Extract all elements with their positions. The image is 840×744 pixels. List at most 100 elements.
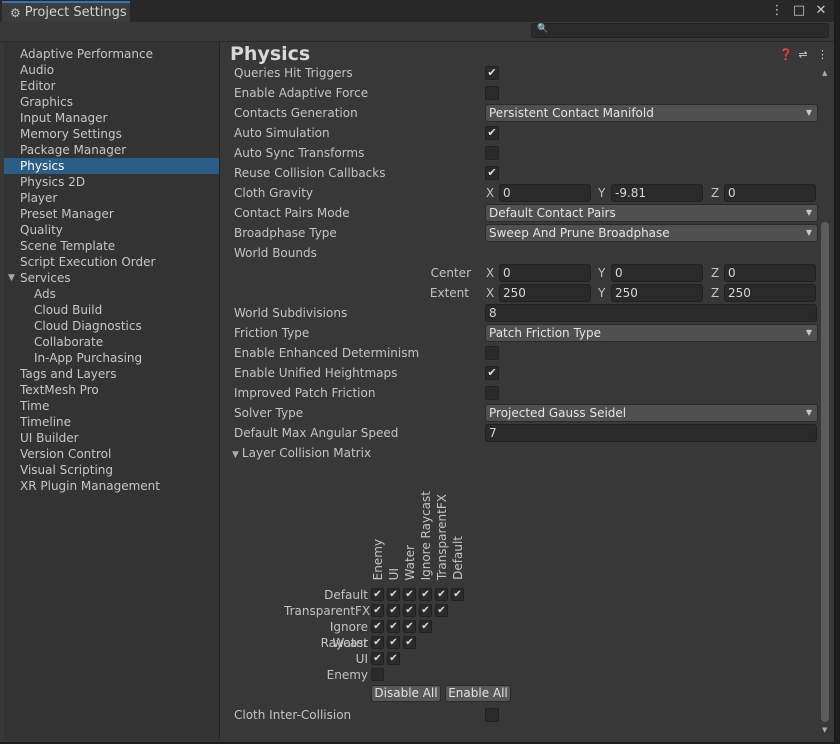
extent-y-field[interactable]: 250 — [611, 284, 703, 302]
sidebar-item-package-manager[interactable]: Package Manager — [4, 142, 219, 158]
enable-unified-heightmaps-checkbox[interactable]: ✔ — [485, 366, 499, 380]
matrix-row-label: TransparentFX — [284, 604, 371, 618]
contacts-generation-dropdown[interactable]: Persistent Contact Manifold ▼ — [485, 104, 818, 122]
solver-type-dropdown[interactable]: Projected Gauss Seidel ▼ — [485, 404, 818, 422]
tab-project-settings[interactable]: ⚙ Project Settings — [2, 1, 130, 22]
contact-pairs-mode-dropdown[interactable]: Default Contact Pairs ▼ — [485, 204, 818, 222]
improved-patch-friction-checkbox[interactable] — [485, 386, 499, 400]
matrix-checkbox[interactable]: ✔ — [403, 588, 416, 601]
queries-hit-triggers-checkbox[interactable]: ✔ — [485, 66, 499, 80]
sidebar-item-ui-builder[interactable]: UI Builder — [4, 430, 219, 446]
dropdown-arrow-icon: ▼ — [805, 408, 812, 417]
matrix-checkbox[interactable]: ✔ — [387, 620, 400, 633]
sidebar-item-collaborate[interactable]: Collaborate — [4, 334, 219, 350]
enable-enhanced-determinism-checkbox[interactable] — [485, 346, 499, 360]
broadphase-type-dropdown[interactable]: Sweep And Prune Broadphase ▼ — [485, 224, 818, 242]
reuse-collision-callbacks-checkbox[interactable]: ✔ — [485, 166, 499, 180]
sidebar-item-scene-template[interactable]: Scene Template — [4, 238, 219, 254]
sidebar-item-preset-manager[interactable]: Preset Manager — [4, 206, 219, 222]
help-icon[interactable]: ❓ — [779, 48, 793, 61]
matrix-checkbox[interactable]: ✔ — [371, 652, 384, 665]
sidebar-item-cloud-build[interactable]: Cloud Build — [4, 302, 219, 318]
sidebar-item-label: In-App Purchasing — [34, 351, 143, 365]
matrix-checkbox[interactable]: ✔ — [371, 636, 384, 649]
cloth-gravity-z-field[interactable]: 0 — [724, 184, 816, 202]
matrix-checkbox[interactable]: ✔ — [451, 588, 464, 601]
sidebar-item-time[interactable]: Time — [4, 398, 219, 414]
preset-icon[interactable]: ⇌ — [798, 48, 808, 61]
matrix-row-label: Enemy — [326, 668, 368, 682]
center-z-field[interactable]: 0 — [724, 264, 816, 282]
sidebar-item-editor[interactable]: Editor — [4, 78, 219, 94]
matrix-checkbox[interactable]: ✔ — [387, 604, 400, 617]
auto-sync-transforms-checkbox[interactable] — [485, 146, 499, 160]
sidebar-item-label: XR Plugin Management — [20, 479, 160, 493]
foldout-expanded-icon[interactable]: ▼ — [8, 270, 15, 286]
matrix-checkbox[interactable]: ✔ — [403, 604, 416, 617]
matrix-checkbox[interactable]: ✔ — [435, 588, 448, 601]
matrix-checkbox[interactable]: ✔ — [371, 604, 384, 617]
sidebar-item-textmesh-pro[interactable]: TextMesh Pro — [4, 382, 219, 398]
sidebar-item-memory-settings[interactable]: Memory Settings — [4, 126, 219, 142]
scrollbar-thumb[interactable] — [821, 222, 829, 722]
more-options-icon[interactable]: ⋮ — [817, 48, 828, 61]
sidebar-item-visual-scripting[interactable]: Visual Scripting — [4, 462, 219, 478]
layer-collision-matrix-foldout[interactable]: ▼ Layer Collision Matrix — [232, 444, 371, 462]
sidebar-item-label: Physics 2D — [20, 175, 86, 189]
extent-z-field[interactable]: 250 — [724, 284, 816, 302]
broadphase-type-value: Sweep And Prune Broadphase — [489, 226, 670, 240]
sidebar-item-cloud-diagnostics[interactable]: Cloud Diagnostics — [4, 318, 219, 334]
center-y-field[interactable]: 0 — [611, 264, 703, 282]
title-bar: ⚙ Project Settings ⋮ □ ✕ — [0, 0, 834, 22]
close-icon[interactable]: ✕ — [814, 2, 828, 20]
search-box[interactable]: 🔍 — [531, 23, 829, 38]
sidebar-item-timeline[interactable]: Timeline — [4, 414, 219, 430]
matrix-checkbox[interactable]: ✔ — [403, 620, 416, 633]
search-input[interactable] — [548, 24, 818, 37]
matrix-checkbox[interactable]: ✔ — [419, 588, 432, 601]
matrix-checkbox[interactable]: ✔ — [403, 636, 416, 649]
enable-adaptive-force-checkbox[interactable] — [485, 86, 499, 100]
sidebar-item-ads[interactable]: Ads — [4, 286, 219, 302]
matrix-checkbox[interactable]: ✔ — [371, 620, 384, 633]
sidebar-item-xr-plugin-management[interactable]: XR Plugin Management — [4, 478, 219, 494]
sidebar-item-input-manager[interactable]: Input Manager — [4, 110, 219, 126]
sidebar-item-graphics[interactable]: Graphics — [4, 94, 219, 110]
cloth-gravity-y-field[interactable]: -9.81 — [611, 184, 703, 202]
sidebar-item-services[interactable]: ▼ Services — [4, 270, 219, 286]
matrix-checkbox[interactable]: ✔ — [371, 588, 384, 601]
sidebar-item-quality[interactable]: Quality — [4, 222, 219, 238]
sidebar-item-player[interactable]: Player — [4, 190, 219, 206]
more-options-icon[interactable]: ⋮ — [770, 2, 784, 20]
world-subdivisions-field[interactable]: 8 — [485, 304, 817, 322]
sidebar-item-physics[interactable]: Physics — [4, 158, 219, 174]
matrix-checkbox[interactable]: ✔ — [419, 620, 432, 633]
scroll-up-arrow-icon[interactable]: ▲ — [822, 69, 827, 77]
sidebar-item-in-app-purchasing[interactable]: In-App Purchasing — [4, 350, 219, 366]
disable-all-button[interactable]: Disable All — [371, 685, 441, 702]
sidebar-item-audio[interactable]: Audio — [4, 62, 219, 78]
foldout-expanded-icon: ▼ — [232, 450, 239, 460]
sidebar-item-tags-and-layers[interactable]: Tags and Layers — [4, 366, 219, 382]
sidebar-item-script-execution-order[interactable]: Script Execution Order — [4, 254, 219, 270]
cloth-gravity-x-field[interactable]: 0 — [499, 184, 591, 202]
center-x-field[interactable]: 0 — [499, 264, 591, 282]
sidebar-item-physics-2d[interactable]: Physics 2D — [4, 174, 219, 190]
maximize-icon[interactable]: □ — [792, 2, 806, 20]
matrix-checkbox[interactable]: ✔ — [387, 588, 400, 601]
matrix-checkbox[interactable]: ✔ — [419, 604, 432, 617]
matrix-checkbox[interactable]: ✔ — [435, 604, 448, 617]
sidebar-item-adaptive-performance[interactable]: Adaptive Performance — [4, 46, 219, 62]
cloth-inter-collision-checkbox[interactable] — [485, 708, 499, 722]
friction-type-dropdown[interactable]: Patch Friction Type ▼ — [485, 324, 818, 342]
default-max-angular-speed-field[interactable]: 7 — [485, 424, 817, 442]
sidebar-item-label: TextMesh Pro — [20, 383, 99, 397]
extent-x-field[interactable]: 250 — [499, 284, 591, 302]
enable-all-button[interactable]: Enable All — [445, 685, 511, 702]
sidebar-item-version-control[interactable]: Version Control — [4, 446, 219, 462]
matrix-checkbox[interactable] — [371, 668, 384, 681]
scroll-down-arrow-icon[interactable]: ▼ — [822, 726, 827, 734]
matrix-checkbox[interactable]: ✔ — [387, 636, 400, 649]
auto-simulation-checkbox[interactable]: ✔ — [485, 126, 499, 140]
matrix-checkbox[interactable]: ✔ — [387, 652, 400, 665]
